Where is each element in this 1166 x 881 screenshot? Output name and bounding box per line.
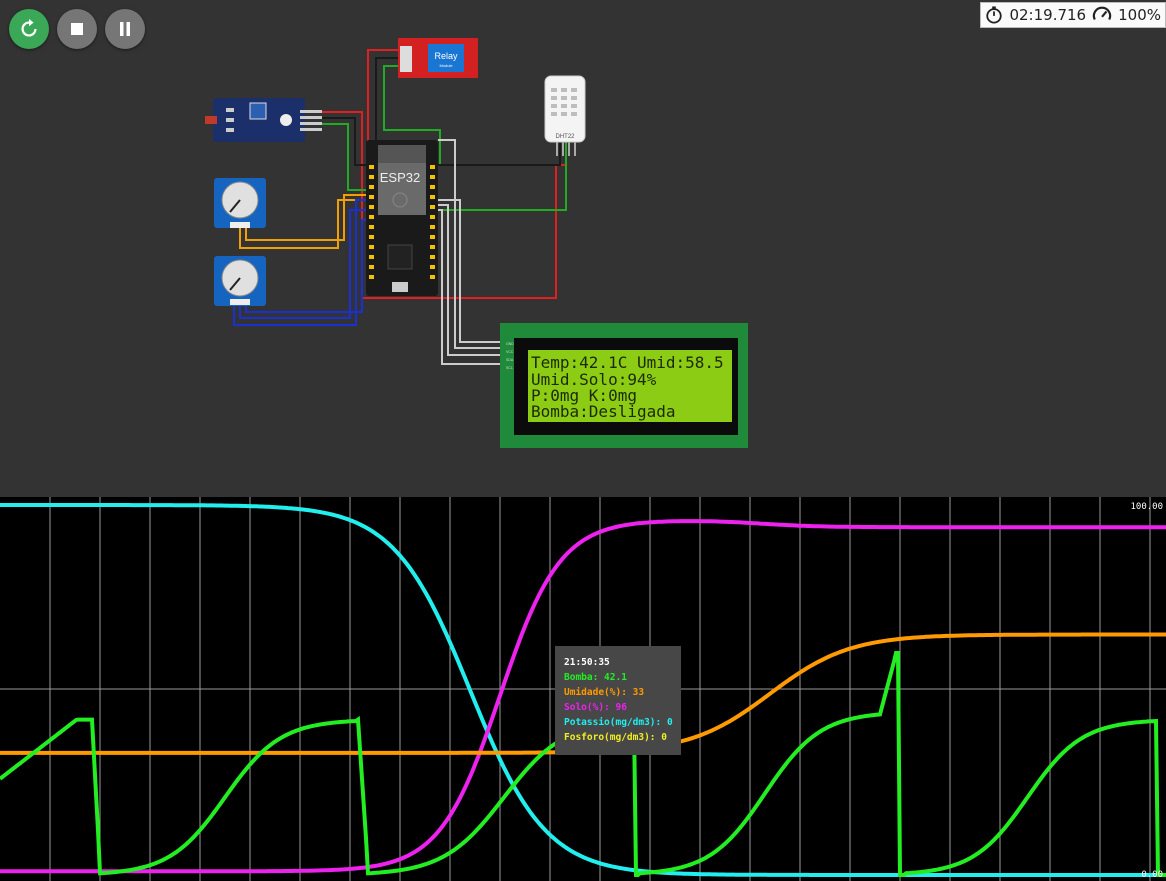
restart-button[interactable] [9, 9, 49, 49]
pause-button[interactable] [105, 9, 145, 49]
ldr-sensor-module[interactable] [205, 98, 322, 142]
tooltip-row-potassio: Potassio(mg/dm3): 0 [564, 717, 673, 728]
esp32-label: ESP32 [380, 170, 420, 185]
simulation-speed: 100% [1118, 6, 1161, 24]
potentiometer-2[interactable] [214, 256, 266, 306]
y-min-label: 0.00 [1141, 870, 1163, 880]
pause-icon [120, 22, 130, 36]
lcd-pin-sda: SDA [506, 358, 514, 362]
plot-tooltip: 21:50:35 Bomba: 42.1 Umidade(%): 33 Solo… [555, 646, 681, 755]
stop-icon [71, 23, 83, 35]
wire-dht-gnd[interactable] [435, 140, 561, 166]
tooltip-row-solo: Solo(%): 96 [564, 702, 627, 713]
wire-relay-gnd[interactable] [375, 57, 400, 150]
speedometer-icon [1092, 6, 1112, 20]
relay-label: Relay [434, 51, 458, 61]
restart-icon [21, 18, 37, 37]
y-max-label: 100.00 [1130, 502, 1163, 512]
tooltip-row-umidade: Umidade(%): 33 [564, 687, 645, 698]
simulation-time: 02:19.716 [1009, 6, 1087, 24]
lcd-line-4: Bomba:Desligada [531, 402, 676, 421]
relay-module[interactable]: Relay Module [398, 38, 478, 78]
stopwatch-icon [986, 6, 1003, 24]
tooltip-row-fosforo: Fosforo(mg/dm3): 0 [564, 732, 667, 743]
tooltip-time: 21:50:35 [564, 657, 610, 668]
circuit-canvas: Relay Module DHT22 ESP32 Temp:42.1C Umid… [205, 38, 748, 448]
dht-label: DHT22 [555, 134, 575, 140]
tooltip-row-bomba: Bomba: 42.1 [564, 672, 627, 683]
simulation-status: 02:19.716 100% [980, 2, 1166, 28]
potentiometer-1[interactable] [214, 178, 266, 228]
lcd-pin-vcc: VCC [506, 350, 514, 354]
esp32-board[interactable]: ESP32 [366, 140, 438, 296]
lcd-pin-gnd: GND [506, 342, 514, 346]
lcd-pin-scl: SCL [506, 366, 513, 370]
relay-sublabel: Module [439, 63, 453, 68]
stop-button[interactable] [57, 9, 97, 49]
lcd-display[interactable]: Temp:42.1C Umid:58.5 Umid.Solo:94% P:0mg… [500, 323, 748, 448]
wire-lcd-3[interactable] [438, 204, 505, 356]
